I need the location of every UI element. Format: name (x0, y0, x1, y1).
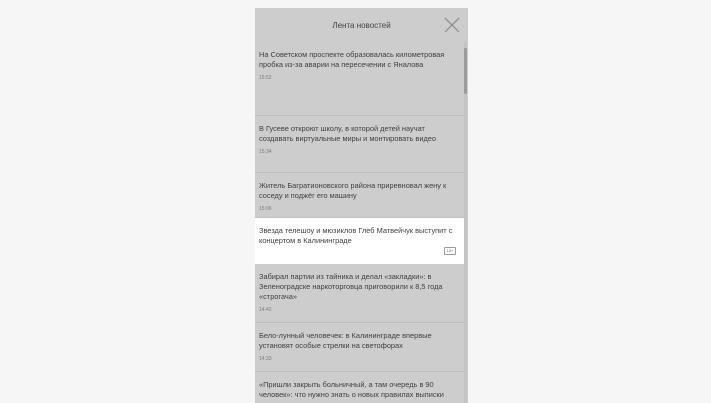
news-item-title: На Советском проспекте образовалась кило… (259, 50, 445, 69)
news-item[interactable]: Забирал партии из тайника и делал «закла… (255, 264, 464, 323)
news-item-title: Забирал партии из тайника и делал «закла… (259, 272, 443, 301)
news-item[interactable]: Бело-лунный человечек: в Калининграде вп… (255, 323, 464, 372)
news-item[interactable]: «Пришли закрыть больничный, а там очеред… (255, 372, 464, 403)
close-button[interactable] (440, 13, 464, 37)
scrollbar-track[interactable] (464, 42, 467, 403)
news-item-title: Бело-лунный человечек: в Калининграде вп… (259, 331, 432, 350)
news-item-title: В Гусеве откроют школу, в которой детей … (259, 124, 436, 143)
age-rating-badge: 18+ (444, 247, 456, 255)
news-item-title: Звезда телешоу и мюзиклов Глеб Матвейчук… (259, 226, 453, 245)
news-item-title: «Пришли закрыть больничный, а там очеред… (259, 380, 444, 403)
scrollbar-thumb[interactable] (464, 48, 467, 94)
news-item[interactable]: На Советском проспекте образовалась кило… (255, 42, 464, 116)
news-item-time: 14:33 (259, 356, 272, 362)
news-item-time: 15:34 (259, 149, 272, 155)
close-icon (444, 17, 460, 33)
panel-title: Лента новостей (332, 20, 391, 30)
news-item-highlighted[interactable]: Звезда телешоу и мюзиклов Глеб Матвейчук… (255, 218, 464, 264)
news-item-title: Житель Багратионовского района приревнов… (259, 181, 447, 200)
news-item-time: 15:52 (259, 75, 272, 81)
news-feed-panel: Лента новостей На Советском проспекте об… (255, 8, 468, 403)
news-item[interactable]: Житель Багратионовского района приревнов… (255, 173, 464, 218)
news-item-time: 14:42 (259, 307, 272, 313)
news-list: На Советском проспекте образовалась кило… (255, 42, 464, 403)
news-item-time: 15:06 (259, 206, 272, 212)
news-item[interactable]: В Гусеве откроют школу, в которой детей … (255, 116, 464, 173)
panel-header: Лента новостей (255, 8, 468, 42)
